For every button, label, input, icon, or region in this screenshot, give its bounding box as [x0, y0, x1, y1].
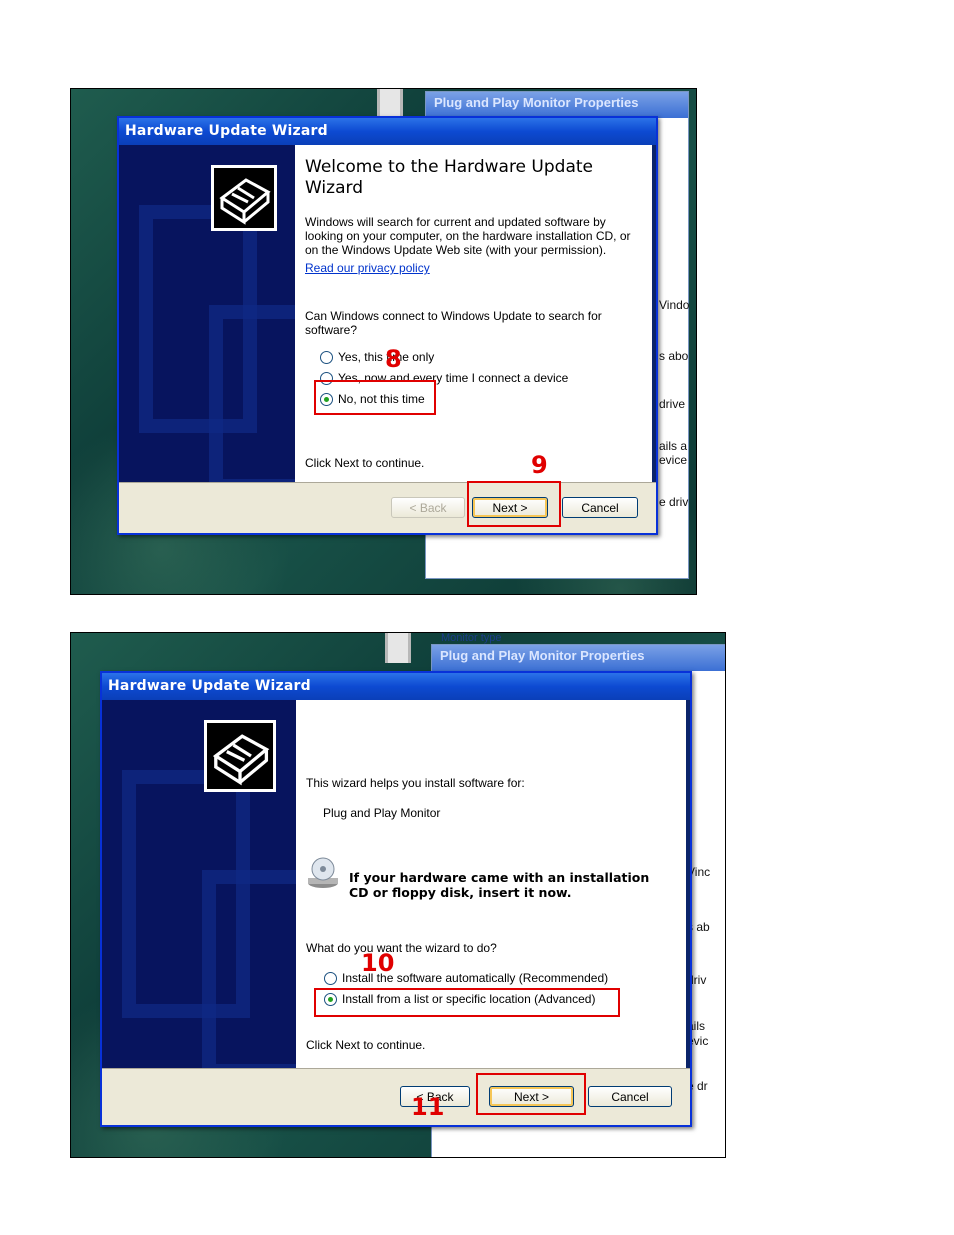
- wizard-question: Can Windows connect to Windows Update to…: [305, 309, 602, 337]
- wizard-button-bar: < Back Next > Cancel: [119, 482, 656, 533]
- background-divider: [385, 633, 411, 663]
- cancel-button[interactable]: Cancel: [588, 1086, 672, 1107]
- properties-window-title: Plug and Play Monitor Properties: [426, 92, 688, 118]
- continue-instruction: Click Next to continue.: [306, 1038, 426, 1052]
- privacy-policy-link[interactable]: Read our privacy policy: [305, 261, 430, 275]
- radio-yes-this-time[interactable]: Yes, this time only: [320, 350, 434, 364]
- wizard-content: Welcome to the Hardware Update Wizard Wi…: [295, 145, 652, 482]
- wizard-intro-text: This wizard helps you install software f…: [306, 776, 525, 790]
- radio-button[interactable]: [324, 971, 337, 985]
- background-divider: [377, 89, 403, 117]
- cd-insert-hint: If your hardware came with an installati…: [349, 870, 650, 900]
- highlight-box-step-10: [314, 988, 620, 1017]
- hardware-update-wizard-dialog: Hardware Update Wizard Welcome to the Ha…: [117, 116, 658, 535]
- step-number-label: 9: [531, 451, 548, 479]
- properties-window-title: Plug and Play Monitor Properties: [432, 645, 725, 671]
- wizard-heading: Welcome to the Hardware Update Wizard: [305, 157, 593, 198]
- screenshot-panel-1: Plug and Play Monitor Properties Vindo s…: [70, 88, 697, 595]
- highlight-box-step-8: [314, 380, 436, 415]
- continue-instruction: Click Next to continue.: [305, 456, 425, 470]
- device-name: Plug and Play Monitor: [323, 806, 441, 820]
- properties-text-fragment: evice: [659, 453, 688, 467]
- highlight-box-step-9: [467, 481, 561, 527]
- wizard-title-bar: Hardware Update Wizard: [119, 118, 656, 145]
- wizard-title-bar: Hardware Update Wizard: [102, 673, 690, 700]
- properties-text-fragment: drive: [659, 397, 686, 411]
- cancel-button[interactable]: Cancel: [562, 497, 638, 518]
- wizard-button-bar: < Back Next > Cancel: [102, 1068, 690, 1125]
- hardware-wizard-icon: [211, 165, 277, 231]
- hardware-wizard-icon: [204, 720, 276, 792]
- step-number-label: 8: [385, 345, 402, 373]
- properties-text-fragment: e driv: [659, 495, 689, 509]
- back-button[interactable]: < Back: [391, 497, 465, 518]
- step-number-label: 11: [411, 1093, 445, 1121]
- screenshot-panel-2: Monitor type Plug and Play Monitor Prope…: [70, 632, 726, 1158]
- step-number-label: 10: [361, 949, 395, 977]
- monitor-type-label: Monitor type: [441, 632, 502, 644]
- properties-text-fragment: s abo: [659, 349, 689, 363]
- wizard-question: What do you want the wizard to do?: [306, 941, 497, 955]
- highlight-box-step-11: [476, 1073, 586, 1115]
- properties-text-fragment: ails a: [659, 439, 688, 453]
- cd-drive-icon: [306, 856, 340, 890]
- radio-button[interactable]: [320, 350, 333, 364]
- properties-text-fragment: Vindo: [659, 298, 690, 312]
- hardware-update-wizard-dialog: Hardware Update Wizard This wizard helps…: [100, 671, 692, 1127]
- wizard-intro-text: Windows will search for current and upda…: [305, 215, 631, 257]
